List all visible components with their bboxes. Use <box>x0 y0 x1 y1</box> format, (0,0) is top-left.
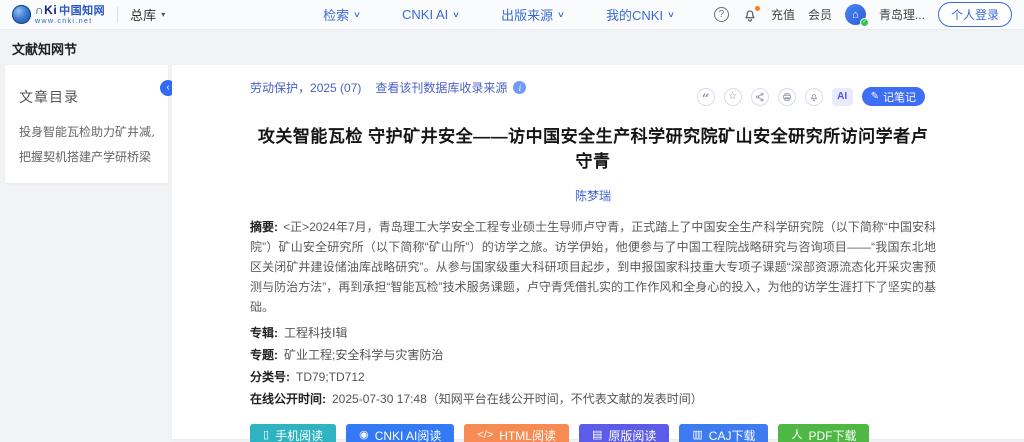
nav-search[interactable]: 检索∨ <box>323 5 360 24</box>
logo-mark: ∩Ki <box>35 3 57 17</box>
ai-assistant-badge[interactable]: AI <box>832 88 853 106</box>
take-notes-button[interactable]: ✎ 记笔记 <box>862 87 925 106</box>
nav-my-cnki[interactable]: 我的CNKI∨ <box>606 5 674 24</box>
personal-login-button[interactable]: 个人登录 <box>938 2 1012 27</box>
article-toolbar: “ ☆ AI ✎ 记笔记 <box>697 87 925 106</box>
org-name[interactable]: 青岛理... <box>879 6 925 23</box>
toc-title: 文章目录 <box>19 87 154 107</box>
primary-nav: 检索∨ CNKI AI∨ 出版来源∨ 我的CNKI∨ <box>323 5 674 24</box>
caj-download-button[interactable]: ▥CAJ下载 <box>679 424 768 442</box>
cnki-logo[interactable]: ∩Ki中国知网 www.cnki.net <box>12 4 105 25</box>
abstract-label: 摘要: <box>250 220 278 234</box>
help-icon[interactable]: ? <box>714 7 729 22</box>
read-download-actions: ▯手机阅读 ◉CNKI AI阅读 </>HTML阅读 ▤原版阅读 ▥CAJ下载 … <box>250 424 936 442</box>
top-bar: ∩Ki中国知网 www.cnki.net 总库 ▾ 检索∨ CNKI AI∨ 出… <box>0 0 1024 30</box>
chevron-down-icon: ∨ <box>557 10 565 19</box>
library-switcher[interactable]: 总库 ▾ <box>130 5 165 24</box>
pencil-icon: ✎ <box>871 91 879 102</box>
article-detail-card: 劳动保护 ，2025 (07) 查看该刊数据库收录来源 i “ ☆ AI ✎ 记… <box>172 65 1024 439</box>
database-source-link[interactable]: 查看该刊数据库收录来源 <box>375 79 507 96</box>
original-read-button[interactable]: ▤原版阅读 <box>579 424 669 442</box>
article-title: 攻关智能瓦检 守护矿井安全——访中国安全生产科学研究院矿山安全研究所访问学者卢守… <box>250 122 936 172</box>
meta-row-topic: 专题:矿业工程;安全科学与灾害防治 <box>250 349 936 362</box>
share-icon[interactable] <box>751 88 769 106</box>
logo-wordmark: ∩Ki中国知网 <box>35 4 105 17</box>
meta-row-album: 专辑:工程科技Ⅰ辑 <box>250 327 936 340</box>
top-right-tools: ? 充值 会员 ⌂ ✓ 青岛理... 个人登录 <box>714 2 1012 27</box>
abstract-block: 摘要:<正>2024年7月，青岛理工大学安全工程专业硕士生导师卢守青，正式踏上了… <box>250 217 936 317</box>
content-layout: ‹ 文章目录 投身智能瓦检助力矿井减人提效 把握契机搭建产学研桥梁 劳动保护 ，… <box>0 65 1024 439</box>
pdf-icon: 人 <box>791 430 802 441</box>
cite-icon[interactable]: “ <box>697 88 715 106</box>
mobile-read-button[interactable]: ▯手机阅读 <box>250 424 336 442</box>
chevron-down-icon: ∨ <box>667 10 675 19</box>
code-icon: </> <box>477 430 493 441</box>
ai-circle-icon: ◉ <box>359 430 369 441</box>
info-icon[interactable]: i <box>513 81 526 94</box>
toc-item[interactable]: 投身智能瓦检助力矿井减人提效 <box>19 120 154 145</box>
institution-icon: ⌂ <box>852 9 859 21</box>
recharge-link[interactable]: 充值 <box>771 6 795 23</box>
dropdown-caret-icon: ▾ <box>161 10 165 19</box>
verified-check-icon: ✓ <box>860 18 869 27</box>
meta-row-online-date: 在线公开时间:2025-07-30 17:48（知网平台在线公开时间，不代表文献… <box>250 393 936 406</box>
logo-url: www.cnki.net <box>35 18 105 25</box>
breadcrumb: 文献知网节 <box>0 30 1024 65</box>
member-link[interactable]: 会员 <box>808 6 832 23</box>
pdf-download-button[interactable]: 人PDF下载 <box>778 424 869 442</box>
meta-block: 专辑:工程科技Ⅰ辑 专题:矿业工程;安全科学与灾害防治 分类号:TD79;TD7… <box>250 327 936 406</box>
nav-cnki-ai[interactable]: CNKI AI∨ <box>402 5 459 24</box>
abstract-text: <正>2024年7月，青岛理工大学安全工程专业硕士生导师卢守青，正式踏上了中国安… <box>250 220 936 314</box>
nav-publication-source[interactable]: 出版来源∨ <box>501 5 564 24</box>
article-toc-panel: ‹ 文章目录 投身智能瓦检助力矿井减人提效 把握契机搭建产学研桥梁 <box>5 65 168 183</box>
logo-cn-text: 中国知网 <box>59 5 105 17</box>
divider <box>117 7 118 23</box>
html-read-button[interactable]: </>HTML阅读 <box>464 424 569 442</box>
journal-link[interactable]: 劳动保护 <box>250 79 298 96</box>
author-link[interactable]: 陈梦瑞 <box>575 189 611 203</box>
chevron-down-icon: ∨ <box>452 10 460 19</box>
org-avatar[interactable]: ⌂ ✓ <box>845 4 866 25</box>
toc-item[interactable]: 把握契机搭建产学研桥梁 <box>19 145 154 170</box>
alert-bell-icon[interactable] <box>805 88 823 106</box>
notification-dot <box>755 6 760 11</box>
chevron-down-icon: ∨ <box>353 10 361 19</box>
phone-icon: ▯ <box>263 430 269 441</box>
notification-bell-icon[interactable] <box>742 7 758 23</box>
book-icon: ▥ <box>692 430 702 441</box>
favorite-star-icon[interactable]: ☆ <box>724 88 742 106</box>
page-icon: ▤ <box>592 430 602 441</box>
print-icon[interactable] <box>778 88 796 106</box>
meta-row-classification: 分类号:TD79;TD712 <box>250 371 936 384</box>
journal-issue: ，2025 (07) <box>298 79 361 96</box>
cnki-globe-icon <box>12 5 31 24</box>
cnki-ai-read-button[interactable]: ◉CNKI AI阅读 <box>346 424 454 442</box>
author-row: 陈梦瑞 <box>250 187 936 204</box>
library-label: 总库 <box>130 5 156 24</box>
toc-list: 投身智能瓦检助力矿井减人提效 把握契机搭建产学研桥梁 <box>19 120 154 170</box>
